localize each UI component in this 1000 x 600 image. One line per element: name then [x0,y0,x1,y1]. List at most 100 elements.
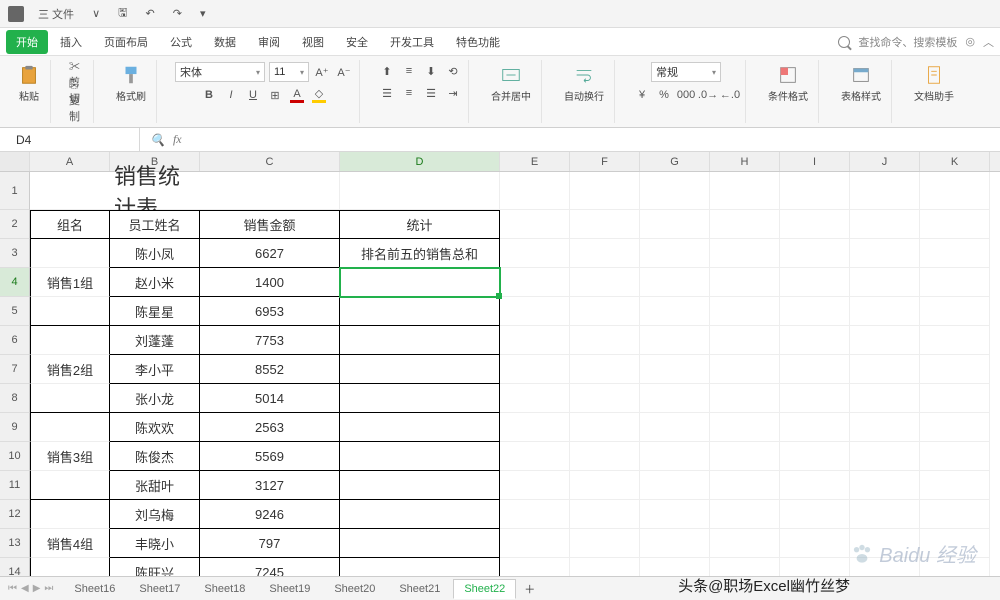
cell[interactable] [920,268,990,297]
row-header[interactable]: 11 [0,471,30,500]
cell[interactable] [30,326,110,355]
cell[interactable]: 赵小米 [110,268,200,297]
cell[interactable] [640,384,710,413]
qa-undo-icon[interactable]: ↶ [142,5,159,22]
font-name-select[interactable]: 宋体▾ [175,62,265,82]
cell[interactable] [640,442,710,471]
border-button[interactable]: ⊞ [266,86,284,104]
cell[interactable] [850,529,920,558]
col-header[interactable]: J [850,152,920,171]
cell[interactable] [500,384,570,413]
cell[interactable] [640,268,710,297]
row-header[interactable]: 6 [0,326,30,355]
cell[interactable]: 刘乌梅 [110,500,200,529]
cell[interactable] [340,355,500,384]
cell[interactable] [340,442,500,471]
select-all-corner[interactable] [0,152,30,171]
fx-icon[interactable]: fx [173,132,182,147]
search-placeholder[interactable]: 查找命令、搜索模板 [858,34,957,50]
copy-button[interactable]: ⎘ 复制 [69,93,87,111]
cell[interactable] [500,268,570,297]
cell[interactable] [780,239,850,268]
bold-button[interactable]: B [200,86,218,104]
search-icon[interactable] [838,36,850,48]
qa-more-icon[interactable]: ▾ [196,5,210,22]
sheet-tab[interactable]: Sheet17 [128,579,191,599]
align-center-icon[interactable]: ≡ [400,84,418,102]
cell[interactable]: 李小平 [110,355,200,384]
dec-decimal-icon[interactable]: ←.0 [721,86,739,104]
cell[interactable] [710,210,780,239]
cell[interactable] [340,172,500,210]
tab-dev[interactable]: 开发工具 [380,30,444,54]
cell[interactable] [780,558,850,576]
col-header[interactable]: H [710,152,780,171]
cell[interactable] [570,442,640,471]
cell[interactable] [920,239,990,268]
cell[interactable]: 7245 [200,558,340,576]
cell[interactable] [780,384,850,413]
cell[interactable] [640,297,710,326]
cell[interactable] [500,326,570,355]
cell[interactable] [710,471,780,500]
cell[interactable] [710,239,780,268]
cell[interactable] [500,471,570,500]
cell[interactable] [340,413,500,442]
cell[interactable] [710,268,780,297]
sheet-nav-first-icon[interactable]: ⏮ [8,583,17,594]
file-menu[interactable]: 三 文件 [34,4,78,24]
cell[interactable]: 5569 [200,442,340,471]
tab-layout[interactable]: 页面布局 [94,30,158,54]
cell[interactable]: 5014 [200,384,340,413]
comma-icon[interactable]: 000 [677,86,695,104]
cell[interactable] [850,172,920,210]
cell[interactable]: 9246 [200,500,340,529]
align-middle-icon[interactable]: ≡ [400,62,418,80]
cell[interactable] [780,471,850,500]
collab-icon[interactable]: ◎ [965,35,975,48]
cell[interactable] [500,172,570,210]
cell[interactable]: 组名 [30,210,110,239]
cell[interactable] [570,413,640,442]
sheet-tab[interactable]: Sheet21 [388,579,451,599]
cell-style-button[interactable]: 表格样式 [837,62,885,105]
cell[interactable] [920,471,990,500]
cell[interactable]: 陈旺兴 [110,558,200,576]
cell[interactable] [710,355,780,384]
cell[interactable]: 销售金额 [200,210,340,239]
cell[interactable]: 1400 [200,268,340,297]
cell[interactable] [340,326,500,355]
cell[interactable] [340,471,500,500]
row-header[interactable]: 1 [0,172,30,210]
qa-save-icon[interactable]: 🖫 [114,2,131,25]
merge-button[interactable]: 合并居中 [487,62,535,105]
sheet-nav-next-icon[interactable]: ▶ [33,583,41,594]
cell[interactable] [570,326,640,355]
italic-button[interactable]: I [222,86,240,104]
cell[interactable] [780,210,850,239]
cell[interactable]: 797 [200,529,340,558]
align-bottom-icon[interactable]: ⬇ [422,62,440,80]
cell[interactable] [850,355,920,384]
cond-format-button[interactable]: 条件格式 [764,62,812,105]
row-header[interactable]: 13 [0,529,30,558]
cell[interactable] [920,413,990,442]
cell[interactable] [850,471,920,500]
cell[interactable] [850,297,920,326]
cell[interactable] [570,529,640,558]
cell[interactable]: 丰晓小 [110,529,200,558]
cell[interactable] [640,413,710,442]
cell[interactable]: 8552 [200,355,340,384]
cell[interactable]: 销售3组 [30,442,110,471]
cell[interactable] [500,529,570,558]
cell[interactable]: 张甜叶 [110,471,200,500]
formula-input[interactable] [192,128,1000,151]
tab-data[interactable]: 数据 [204,30,246,54]
cell[interactable] [30,500,110,529]
wrap-button[interactable]: 自动换行 [560,62,608,105]
cell[interactable]: 销售2组 [30,355,110,384]
cell[interactable]: 销售统计表 [110,172,200,210]
cell[interactable] [570,384,640,413]
cell[interactable] [570,297,640,326]
cell[interactable] [340,268,500,297]
